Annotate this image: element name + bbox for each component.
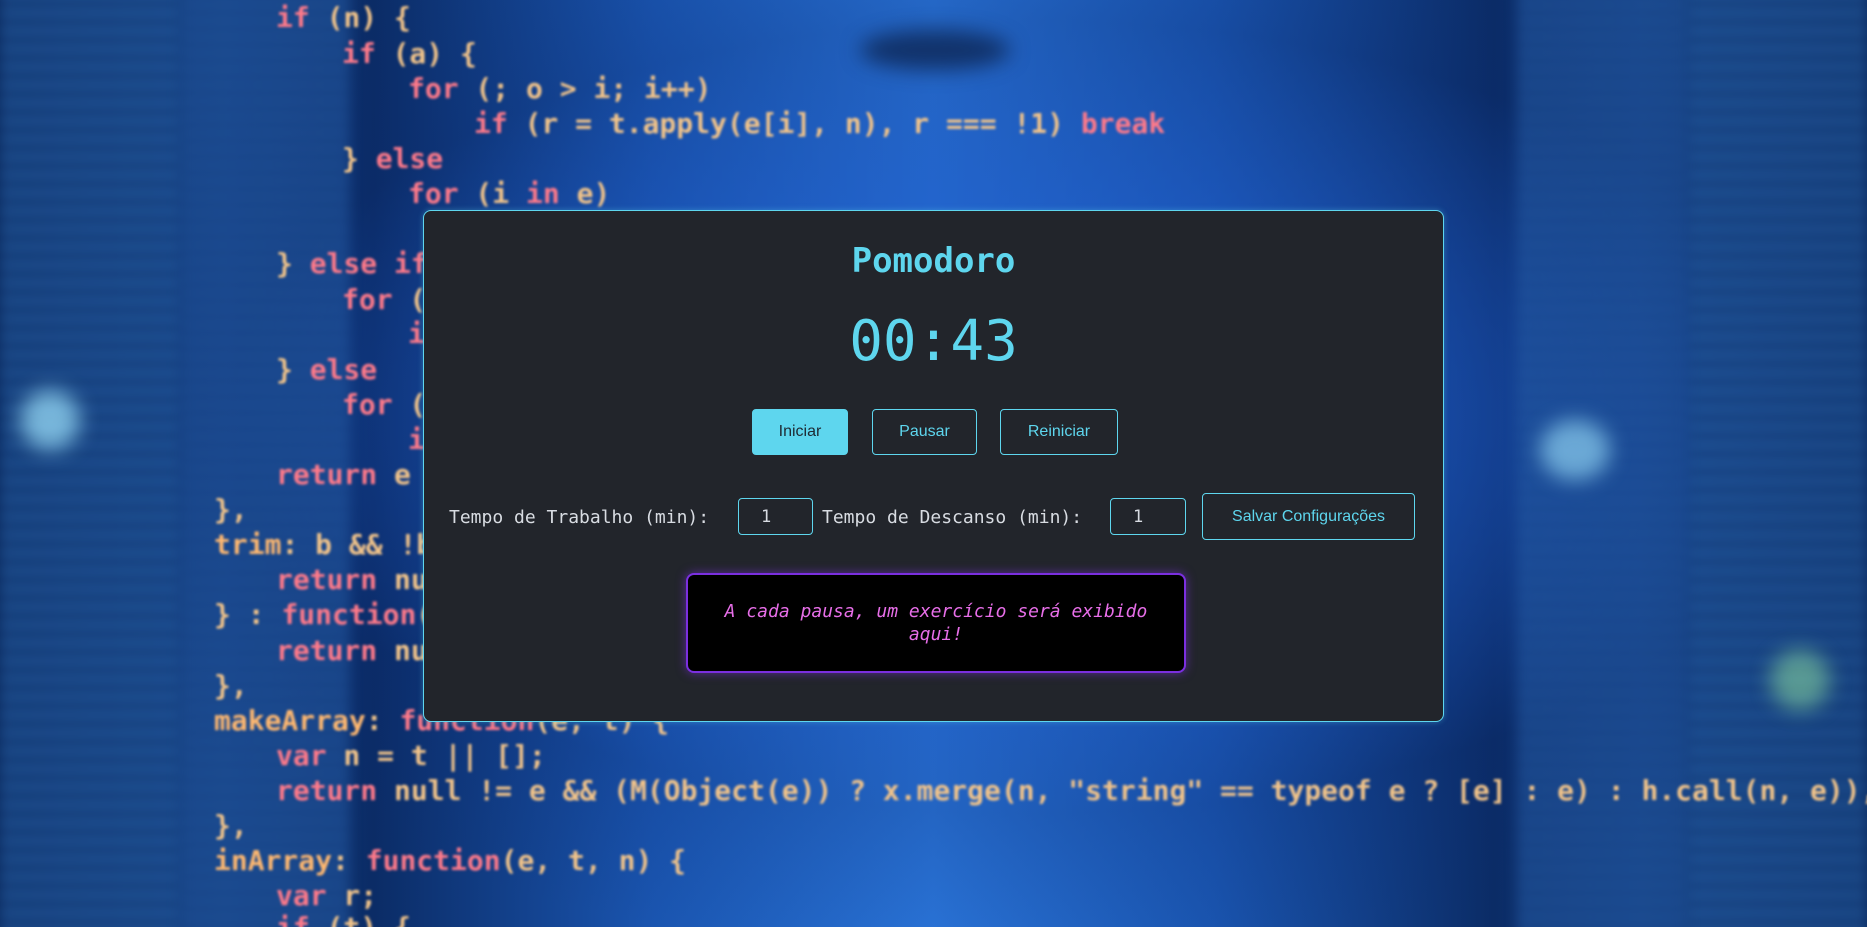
reset-button[interactable]: Reiniciar: [1000, 409, 1118, 455]
rest-time-input[interactable]: [1110, 498, 1186, 535]
save-settings-button[interactable]: Salvar Configurações: [1202, 493, 1415, 540]
pause-button[interactable]: Pausar: [872, 409, 977, 455]
work-time-label: Tempo de Trabalho (min):: [449, 507, 710, 528]
exercise-message: A cada pausa, um exercício será exibido …: [724, 601, 1148, 645]
exercise-box: A cada pausa, um exercício será exibido …: [686, 573, 1186, 673]
pomodoro-panel: Pomodoro 00:43 Iniciar Pausar Reiniciar …: [423, 210, 1444, 722]
timer-display: 00:43: [849, 309, 1018, 374]
work-time-input[interactable]: [738, 498, 813, 535]
rest-time-label: Tempo de Descanso (min):: [822, 507, 1083, 528]
start-button[interactable]: Iniciar: [752, 409, 848, 455]
page-title: Pomodoro: [851, 241, 1016, 281]
